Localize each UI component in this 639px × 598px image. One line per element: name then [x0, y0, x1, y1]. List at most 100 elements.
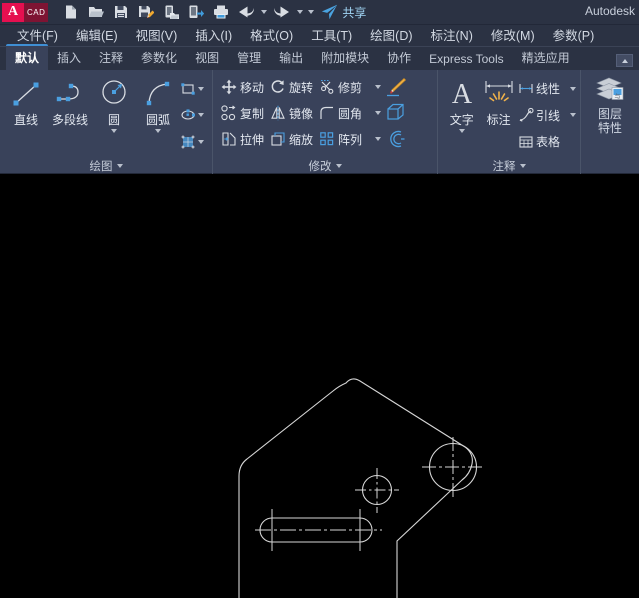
tab-collaborate[interactable]: 协作 [378, 46, 420, 70]
small-hole [355, 468, 399, 513]
chevron-down-icon[interactable] [198, 113, 204, 117]
layer-properties-button[interactable]: 与 图层 特性 [593, 76, 627, 135]
panel-title-modify[interactable]: 修改 [213, 157, 437, 174]
chevron-up-icon [622, 59, 628, 63]
export-button[interactable] [158, 0, 183, 25]
chevron-down-icon[interactable] [111, 129, 117, 133]
annotation-table-button[interactable]: 表格 [518, 129, 576, 154]
menu-item-draw[interactable]: 绘图(D) [361, 25, 421, 47]
panel-title-draw[interactable]: 绘图 [0, 157, 212, 174]
menu-item-modify[interactable]: 修改(M) [482, 25, 544, 47]
tab-insert[interactable]: 插入 [48, 46, 90, 70]
menu-item-dimension[interactable]: 标注(N) [422, 25, 482, 47]
chevron-down-icon[interactable] [570, 87, 576, 91]
new-file-icon [63, 4, 79, 20]
draw-line-button[interactable]: 直线 [4, 74, 48, 128]
stretch-icon [221, 131, 237, 147]
trim-icon [319, 79, 335, 95]
undo-dropdown[interactable] [258, 0, 269, 25]
draw-ellipse-button[interactable] [180, 103, 204, 128]
chevron-down-icon[interactable] [459, 129, 465, 133]
svg-text:A: A [452, 79, 473, 109]
tab-featured-apps[interactable]: 精选应用 [513, 46, 579, 70]
save-button[interactable] [108, 0, 133, 25]
modify-array-button[interactable]: 阵列 [319, 131, 381, 148]
panel-layer: 与 图层 特性 [581, 70, 639, 174]
draw-line-label: 直线 [14, 111, 38, 128]
rotate-icon [270, 79, 286, 95]
chevron-down-icon[interactable] [198, 87, 204, 91]
panel-title-annotation[interactable]: 注释 [438, 157, 580, 174]
tab-add-ins[interactable]: 附加模块 [312, 46, 378, 70]
modify-rotate-button[interactable]: 旋转 [270, 79, 313, 96]
copy-icon [221, 105, 237, 121]
chevron-down-icon[interactable] [198, 140, 204, 144]
tab-output[interactable]: 输出 [270, 46, 312, 70]
modify-mirror-button[interactable]: 镜像 [270, 105, 313, 122]
draw-circle-button[interactable]: 圆 [92, 74, 136, 133]
menu-item-parametric[interactable]: 参数(P) [544, 25, 604, 47]
qat-customize-dropdown[interactable] [305, 0, 316, 25]
menu-item-format[interactable]: 格式(O) [241, 25, 302, 47]
annotation-linear-button[interactable]: 线性 [518, 76, 576, 101]
modify-fillet-button[interactable]: 圆角 [319, 105, 381, 122]
modify-stretch-label: 拉伸 [240, 131, 264, 148]
modify-move-label: 移动 [240, 79, 264, 96]
chevron-down-icon[interactable] [336, 164, 342, 168]
tab-express-tools[interactable]: Express Tools [420, 49, 512, 70]
import-button[interactable] [183, 0, 208, 25]
tab-home[interactable]: 默认 [6, 44, 48, 70]
linear-dimension-icon [518, 81, 534, 97]
share-label: 共享 [342, 4, 366, 21]
draw-hatch-button[interactable] [180, 129, 204, 154]
offset-icon [385, 128, 407, 150]
draw-arc-button[interactable]: 圆弧 [136, 74, 180, 133]
match-properties-button[interactable] [385, 76, 407, 98]
redo-icon [271, 1, 293, 23]
plot-button[interactable] [208, 0, 233, 25]
tab-parametric[interactable]: 参数化 [132, 46, 186, 70]
extrude-box-button[interactable] [385, 102, 407, 124]
menu-item-insert[interactable]: 插入(I) [186, 25, 241, 47]
draw-rectangle-button[interactable] [180, 76, 204, 101]
save-as-icon [138, 4, 154, 20]
chevron-down-icon[interactable] [520, 164, 526, 168]
offset-button[interactable] [385, 128, 407, 150]
annotation-text-button[interactable]: A 文字 [444, 74, 479, 133]
menu-item-edit[interactable]: 编辑(E) [67, 25, 127, 47]
chevron-down-icon[interactable] [117, 164, 123, 168]
minimize-ribbon-button[interactable] [616, 54, 633, 67]
modify-scale-button[interactable]: 缩放 [270, 131, 313, 148]
redo-button[interactable] [269, 0, 294, 25]
undo-button[interactable] [233, 0, 258, 25]
drawing-canvas[interactable]: 31 [0, 175, 639, 598]
modify-array-label: 阵列 [338, 131, 362, 148]
save-as-button[interactable] [133, 0, 158, 25]
modify-stretch-button[interactable]: 拉伸 [221, 131, 264, 148]
chevron-down-icon[interactable] [570, 113, 576, 117]
chevron-down-icon[interactable] [155, 129, 161, 133]
annotation-small-buttons: 线性 引线 [518, 74, 576, 154]
fillet-icon [319, 105, 335, 121]
annotation-leader-button[interactable]: 引线 [518, 103, 576, 128]
tab-annotate[interactable]: 注释 [90, 46, 132, 70]
draw-polyline-button[interactable]: 多段线 [48, 74, 92, 128]
modify-trim-button[interactable]: 修剪 [319, 79, 381, 96]
draw-polyline-label: 多段线 [52, 111, 88, 128]
annotation-dimension-button[interactable]: 标注 [479, 74, 518, 128]
annotation-leader-label: 引线 [536, 107, 560, 124]
menu-item-view[interactable]: 视图(V) [127, 25, 187, 47]
new-file-button[interactable] [58, 0, 83, 25]
menu-item-tools[interactable]: 工具(T) [302, 25, 361, 47]
polyline-icon [54, 77, 86, 109]
dimension-icon [483, 77, 515, 109]
modify-copy-button[interactable]: 复制 [221, 105, 264, 122]
tab-manage[interactable]: 管理 [228, 46, 270, 70]
modify-move-button[interactable]: 移动 [221, 79, 264, 96]
redo-dropdown[interactable] [294, 0, 305, 25]
open-file-button[interactable] [83, 0, 108, 25]
layer-properties-icon: 与 [593, 76, 627, 106]
undo-icon [235, 1, 257, 23]
tab-view[interactable]: 视图 [186, 46, 228, 70]
share-button[interactable]: 共享 [320, 3, 366, 21]
